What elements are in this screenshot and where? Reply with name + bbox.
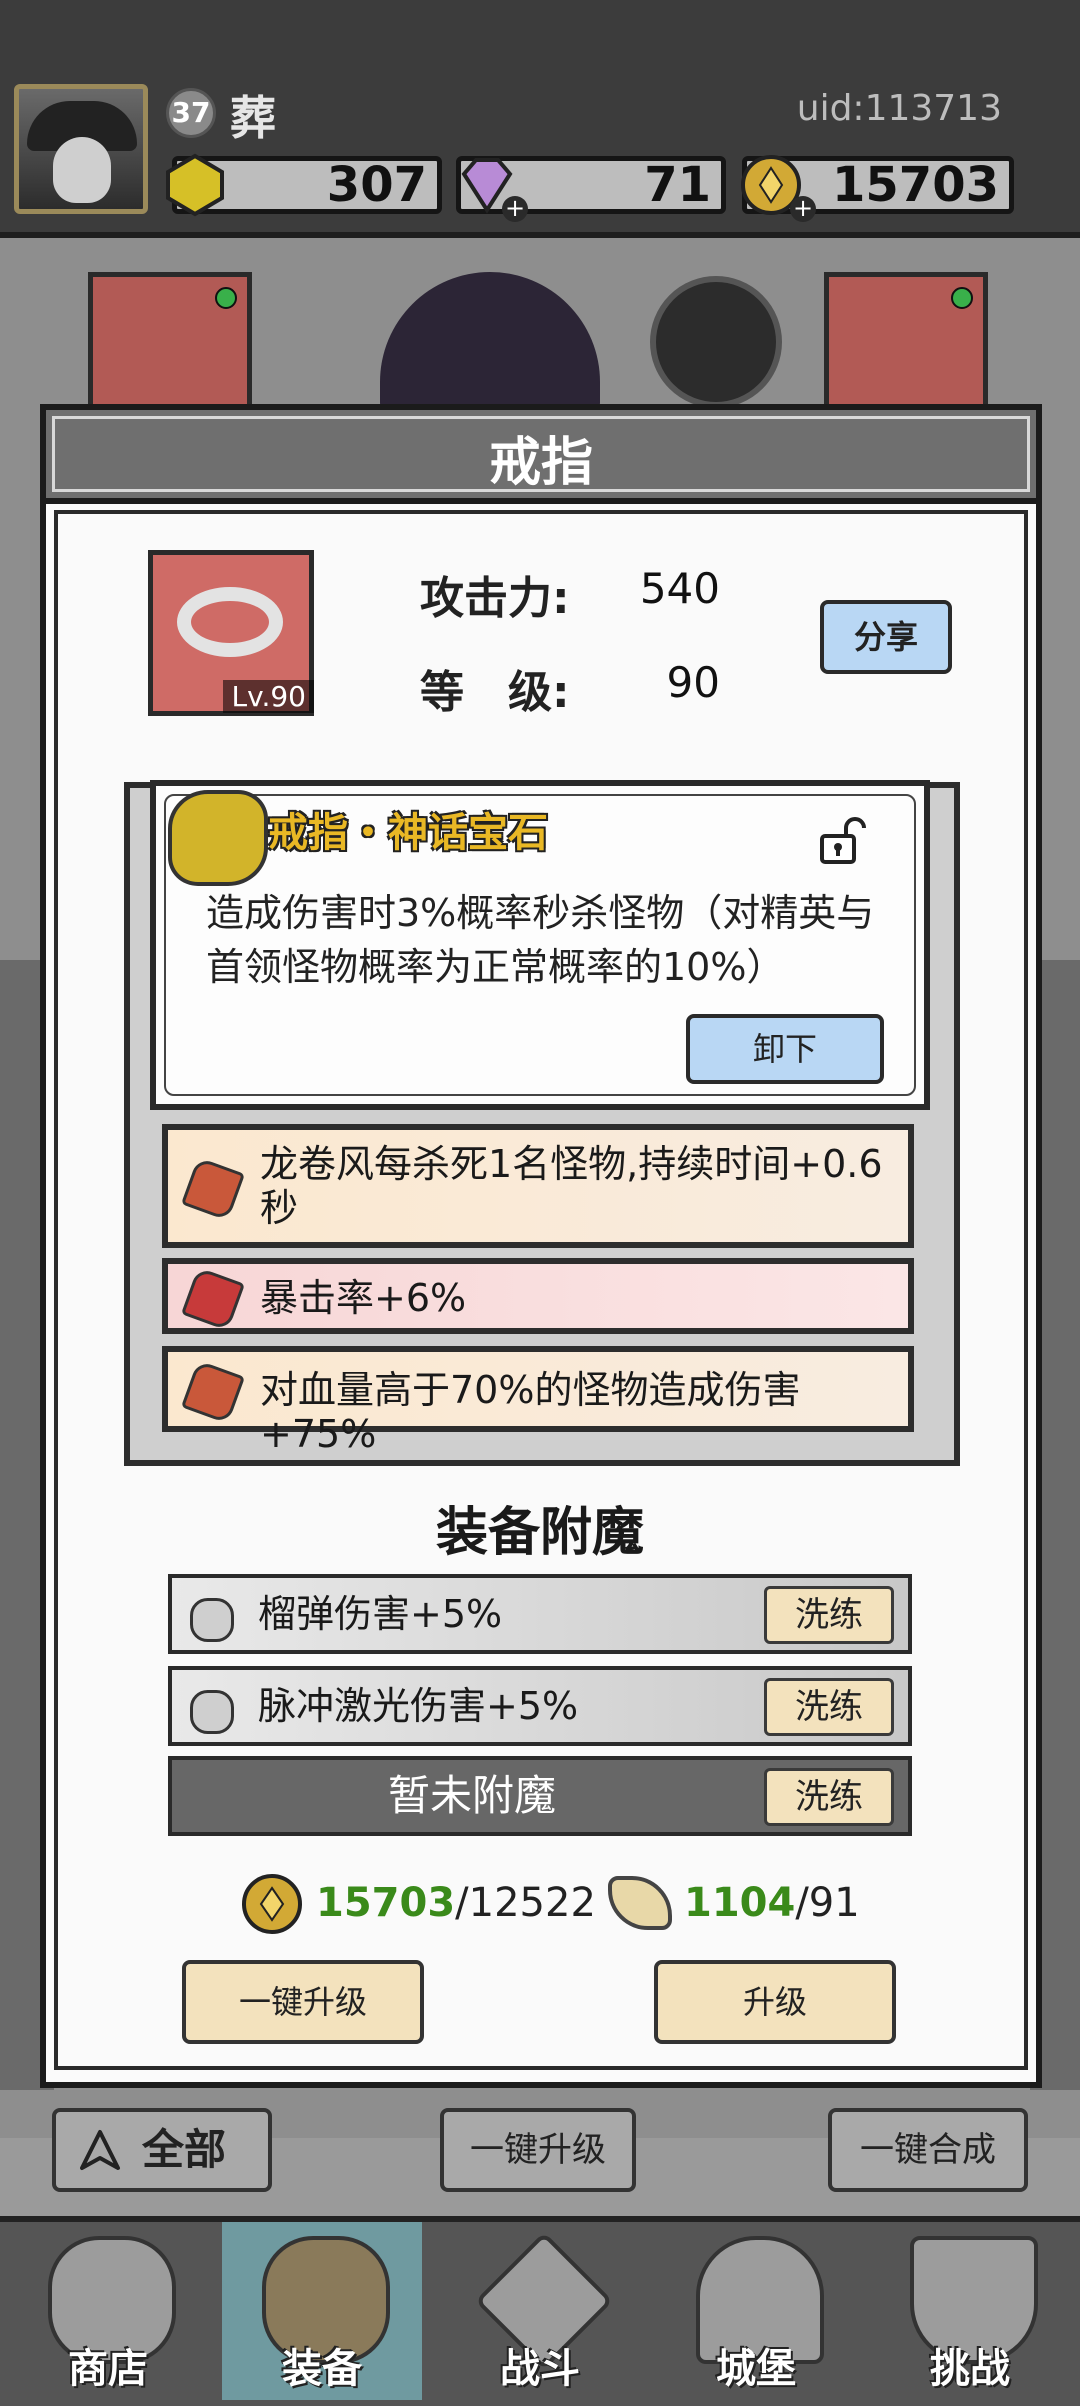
player-uid: uid:113713 (796, 88, 1002, 129)
reroll-button[interactable]: 洗练 (764, 1586, 894, 1644)
enchant-stone-icon (190, 1690, 234, 1734)
share-button[interactable]: 分享 (820, 600, 952, 674)
attack-label: 攻击力: (420, 573, 570, 624)
avatar-face (53, 137, 111, 203)
reroll-button[interactable]: 洗练 (764, 1768, 894, 1826)
unlock-icon[interactable] (818, 816, 868, 866)
scroll-cost: 1104/91 (684, 1880, 860, 1926)
scroll-cost-need: /91 (795, 1880, 860, 1926)
nav-battle[interactable]: 战斗 (440, 2222, 640, 2400)
nav-castle[interactable]: 城堡 (656, 2222, 856, 2400)
nav-label: 战斗 (500, 2346, 580, 2392)
item-level-text: Lv.90 (223, 680, 314, 713)
affix-row: 暴击率+6% (162, 1258, 914, 1334)
nav-shop[interactable]: 商店 (8, 2222, 208, 2400)
bulk-upgrade-button[interactable]: 一键升级 (440, 2108, 636, 2192)
enchant-row: 榴弹伤害+5% 洗练 (168, 1574, 912, 1654)
nav-challenge[interactable]: 挑战 (870, 2222, 1070, 2400)
modal-title: 戒指 (488, 433, 593, 493)
orange-gem-icon (180, 1359, 246, 1425)
enchant-empty-text: 暂未附魔 (387, 1771, 556, 1820)
bulk-merge-button[interactable]: 一键合成 (828, 2108, 1028, 2192)
gold-gem-icon (166, 153, 224, 217)
coin-cost-need: /12522 (455, 1880, 596, 1926)
nav-equipment[interactable]: 装备 (222, 2222, 422, 2400)
coin-cost-have: 15703 (316, 1880, 456, 1926)
scroll-cost-have: 1104 (684, 1880, 796, 1926)
filter-all-button[interactable]: 全部 (52, 2108, 272, 2192)
orange-gem-icon (180, 1156, 246, 1222)
coin-cost: 15703/12522 (316, 1880, 596, 1926)
add-crystal-icon[interactable]: + (502, 196, 528, 222)
nav-label: 商店 (68, 2346, 148, 2392)
enchant-text: 脉冲激光伤害+5% (258, 1684, 579, 1728)
level-value: 90 (666, 658, 720, 707)
nav-label: 城堡 (716, 2346, 796, 2392)
affix-row: 龙卷风每杀死1名怪物,持续时间+0.6秒 (162, 1124, 914, 1248)
player-level-badge: 37 (166, 88, 216, 138)
triangle-filter-icon (80, 2130, 120, 2170)
coin-icon (242, 1874, 302, 1934)
one-key-upgrade-button[interactable]: 一键升级 (182, 1960, 424, 2044)
helmet-slot[interactable] (88, 272, 252, 412)
weapon-slot[interactable] (824, 272, 988, 412)
amulet-slot[interactable] (650, 276, 782, 408)
gem-description: 造成伤害时3%概率秒杀怪物（对精英与首领怪物概率为正常概率的10%） (206, 891, 875, 989)
slot-status-dot (215, 287, 237, 309)
enchant-section-title: 装备附魔 (435, 1503, 644, 1563)
mythic-gem-icon (168, 790, 268, 886)
slot-status-dot (951, 287, 973, 309)
player-name: 葬 (230, 91, 276, 145)
gold-gem-value: 307 (326, 157, 427, 213)
enchant-text: 榴弹伤害+5% (258, 1592, 503, 1636)
affix-text: 对血量高于70%的怪物造成伤害+75% (260, 1368, 801, 1456)
player-avatar[interactable] (14, 84, 148, 214)
reroll-button[interactable]: 洗练 (764, 1678, 894, 1736)
add-coin-icon[interactable]: + (790, 196, 816, 222)
red-gem-icon (180, 1266, 246, 1332)
affix-row: 对血量高于70%的怪物造成伤害+75% (162, 1346, 914, 1456)
ring-shape (177, 587, 283, 657)
crystal-value: 71 (644, 157, 711, 213)
enchant-stone-icon (190, 1598, 234, 1642)
nav-label: 装备 (282, 2346, 362, 2392)
filter-all-label: 全部 (142, 2125, 227, 2174)
affix-text: 龙卷风每杀死1名怪物,持续时间+0.6秒 (260, 1142, 883, 1230)
level-label: 等 级: (420, 667, 570, 718)
unequip-gem-button[interactable]: 卸下 (686, 1014, 884, 1084)
attack-value: 540 (639, 564, 720, 613)
coin-value: 15703 (832, 157, 999, 213)
upgrade-button[interactable]: 升级 (654, 1960, 896, 2044)
affix-text: 暴击率+6% (260, 1276, 467, 1320)
enchant-row-empty: 暂未附魔 洗练 (168, 1756, 912, 1836)
nav-label: 挑战 (930, 2346, 1010, 2392)
gem-title: 戒指・神话宝石 (268, 810, 548, 856)
enchant-row: 脉冲激光伤害+5% 洗练 (168, 1666, 912, 1746)
item-level-tag: Lv.90 (148, 680, 314, 713)
